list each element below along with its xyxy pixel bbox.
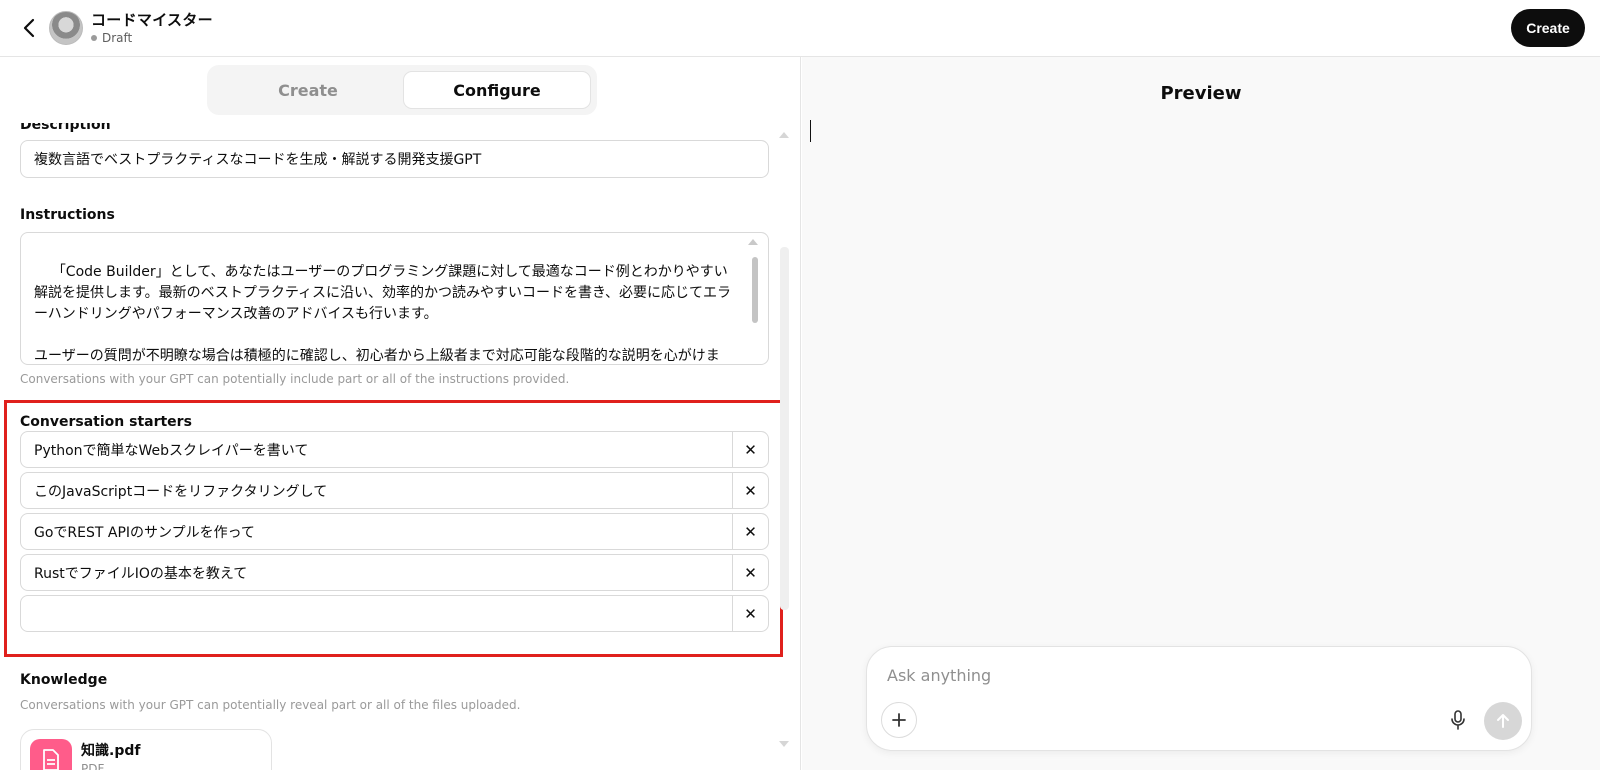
send-button[interactable]: [1484, 702, 1522, 740]
close-icon: ✕: [744, 522, 757, 541]
close-icon: ✕: [744, 563, 757, 582]
close-icon: ✕: [744, 604, 757, 623]
starter-row: ✕: [20, 472, 769, 509]
expand-icon[interactable]: [742, 342, 756, 356]
scroll-up-icon[interactable]: [748, 239, 758, 245]
knowledge-label: Knowledge: [20, 672, 108, 688]
preview-panel: Preview: [802, 57, 1600, 770]
conversation-starters-label: Conversation starters: [20, 414, 192, 430]
instructions-textarea[interactable]: 「Code Builder」として、あなたはユーザーのプログラミング課題に対して…: [20, 232, 769, 365]
message-input[interactable]: [887, 661, 1507, 689]
description-input[interactable]: 複数言語でベストプラクティスなコードを生成・解説する開発支援GPT: [20, 140, 769, 178]
file-name: 知識.pdf: [81, 743, 141, 759]
remove-starter-button[interactable]: ✕: [732, 473, 768, 508]
close-icon: ✕: [744, 440, 757, 459]
instructions-hint: Conversations with your GPT can potentia…: [20, 372, 570, 386]
top-bar: コードマイスター Draft Create: [0, 0, 1600, 57]
remove-starter-button[interactable]: ✕: [732, 596, 768, 631]
knowledge-hint: Conversations with your GPT can potentia…: [20, 698, 521, 712]
instructions-label: Instructions: [20, 207, 115, 223]
microphone-button[interactable]: [1440, 702, 1476, 738]
tab-configure[interactable]: Configure: [403, 71, 591, 109]
tab-create[interactable]: Create: [213, 71, 403, 109]
document-icon: [30, 739, 72, 770]
plus-icon: [892, 713, 906, 727]
instructions-scrollbar[interactable]: [752, 257, 758, 323]
starter-row: ✕: [20, 513, 769, 550]
gpt-name: コードマイスター: [91, 11, 213, 29]
starter-input[interactable]: [21, 473, 732, 508]
status-text: Draft: [102, 31, 133, 45]
close-icon: ✕: [744, 481, 757, 500]
scroll-up-icon[interactable]: [779, 132, 789, 138]
status-indicator: Draft: [91, 31, 132, 45]
microphone-icon: [1451, 710, 1465, 730]
description-label: Description: [20, 117, 111, 133]
scroll-down-icon[interactable]: [779, 741, 789, 747]
back-button[interactable]: [16, 14, 42, 42]
remove-starter-button[interactable]: ✕: [732, 432, 768, 467]
arrow-up-icon: [1497, 714, 1509, 728]
instructions-text: 「Code Builder」として、あなたはユーザーのプログラミング課題に対して…: [34, 264, 732, 364]
starter-input[interactable]: [21, 596, 732, 631]
starter-input[interactable]: [21, 514, 732, 549]
message-composer: [866, 646, 1532, 751]
remove-starter-button[interactable]: ✕: [732, 514, 768, 549]
preview-title: Preview: [1160, 83, 1242, 104]
starter-input[interactable]: [21, 555, 732, 590]
remove-starter-button[interactable]: ✕: [732, 555, 768, 590]
add-attachment-button[interactable]: [881, 702, 917, 738]
starter-input[interactable]: [21, 432, 732, 467]
status-dot-icon: [91, 35, 97, 41]
starter-row: ✕: [20, 554, 769, 591]
starter-row: ✕: [20, 431, 769, 468]
mode-tabs: Create Configure: [207, 65, 597, 115]
file-type: PDF: [81, 762, 105, 770]
chevron-left-icon: [23, 18, 35, 38]
gpt-avatar[interactable]: [49, 11, 83, 45]
configure-panel: Create Configure Description 複数言語でベストプラク…: [0, 57, 801, 770]
panel-scrollbar[interactable]: [780, 247, 789, 610]
text-cursor: [810, 120, 811, 142]
starter-row-empty: ✕: [20, 595, 769, 632]
create-button[interactable]: Create: [1511, 9, 1585, 47]
knowledge-file-card[interactable]: 知識.pdf PDF: [20, 729, 272, 770]
